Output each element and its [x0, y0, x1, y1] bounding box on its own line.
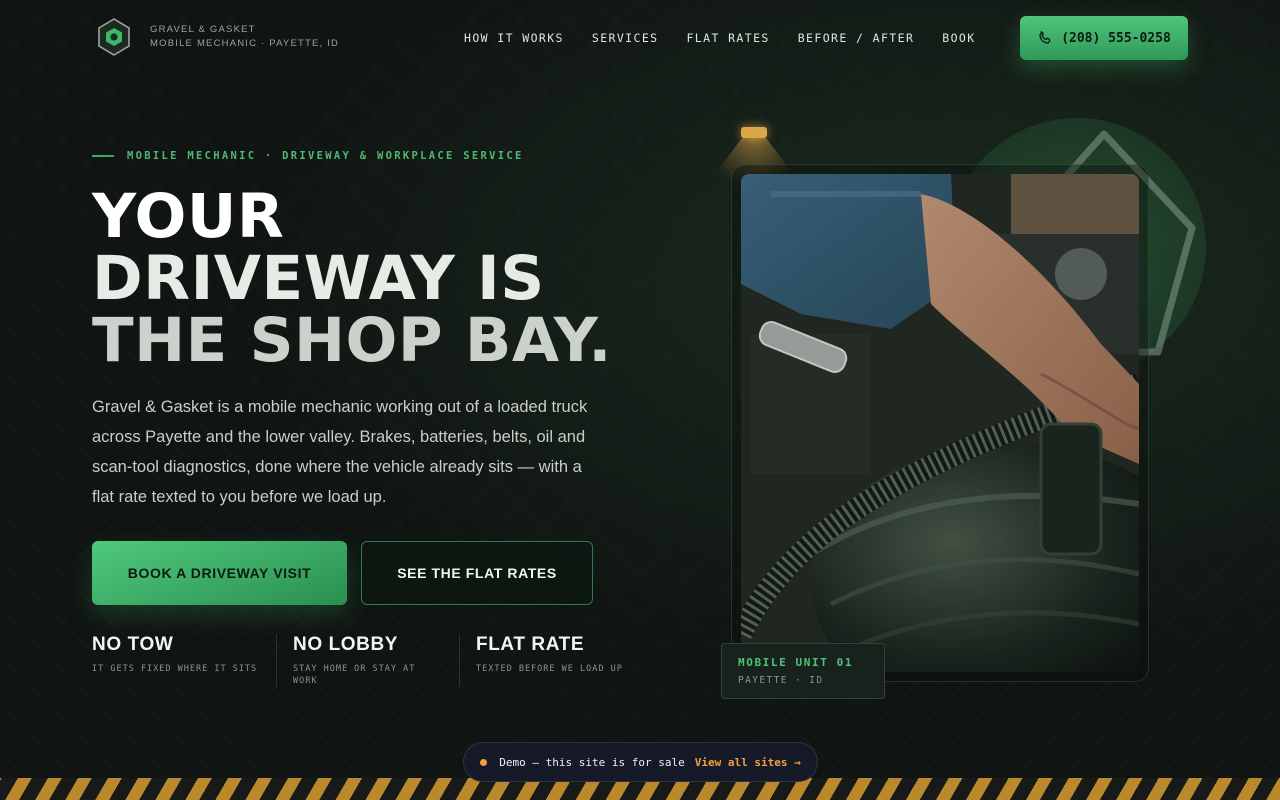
feature-title: Flat Rate: [476, 634, 585, 655]
work-lamp-icon: [741, 127, 767, 138]
book-visit-button[interactable]: Book a Driveway Visit: [92, 541, 347, 605]
phone-call-button[interactable]: (208) 555-0258: [1020, 16, 1188, 60]
feature-subtitle: It gets fixed where it sits: [92, 664, 258, 674]
feature-title: No Tow: [92, 634, 174, 655]
nav-how-it-works[interactable]: How It Works: [464, 31, 564, 45]
feature-item: No Lobby Stay home or stay at work: [276, 634, 459, 687]
view-all-sites-link[interactable]: View all sites →: [695, 756, 801, 769]
hero-eyebrow: Mobile Mechanic · Driveway & Workplace S…: [92, 150, 524, 162]
brand-name: Gravel & Gasket Mobile Mechanic · Payett…: [150, 23, 339, 51]
brand-name-line2: Mobile Mechanic · Payette, ID: [150, 38, 340, 49]
feature-list: No Tow It gets fixed where it sits No Lo…: [92, 634, 649, 687]
feature-subtitle: Stay home or stay at work: [293, 664, 416, 686]
unit-badge-title: Mobile Unit 01: [738, 656, 854, 669]
headline-line-3: THE SHOP BAY.: [92, 305, 612, 376]
brand-name-line1: Gravel & Gasket: [150, 24, 256, 35]
demo-banner-text: Demo — this site is for sale: [499, 755, 685, 769]
feature-title: No Lobby: [293, 634, 399, 655]
status-dot-icon: [480, 758, 488, 766]
headline-line-2: DRIVEWAY IS: [92, 243, 545, 314]
hero-headline: YOUR DRIVEWAY IS THE SHOP BAY.: [92, 186, 692, 372]
unit-badge-location: Payette · ID: [738, 675, 824, 686]
mechanic-photo: [741, 174, 1139, 672]
phone-number: (208) 555-0258: [1061, 30, 1171, 46]
nav-before-after[interactable]: Before / After: [798, 31, 915, 45]
demo-banner: Demo — this site is for sale View all si…: [463, 742, 818, 782]
eyebrow-text: Mobile Mechanic · Driveway & Workplace S…: [127, 150, 524, 162]
hex-nut-icon: [98, 18, 130, 56]
hero-intro: Gravel & Gasket is a mobile mechanic wor…: [92, 398, 588, 506]
nav-flat-rates[interactable]: Flat Rates: [686, 31, 769, 45]
phone-icon: [1039, 31, 1051, 44]
see-flat-rates-button[interactable]: See the Flat Rates: [361, 541, 593, 605]
headline-line-1: YOUR: [92, 181, 285, 252]
feature-item: Flat Rate Texted before we load up: [459, 634, 649, 687]
engine-bay-illustration: [741, 174, 1139, 672]
feature-subtitle: Texted before we load up: [476, 664, 623, 674]
feature-item: No Tow It gets fixed where it sits: [92, 634, 276, 687]
nav-services[interactable]: Services: [592, 31, 659, 45]
main-nav: How It Works Services Flat Rates Before …: [464, 31, 1004, 45]
eyebrow-rule: [92, 155, 114, 157]
mobile-unit-badge: Mobile Unit 01 Payette · ID: [721, 643, 885, 699]
nav-book[interactable]: Book: [942, 31, 975, 45]
logo[interactable]: Gravel & Gasket Mobile Mechanic · Payett…: [96, 17, 339, 57]
